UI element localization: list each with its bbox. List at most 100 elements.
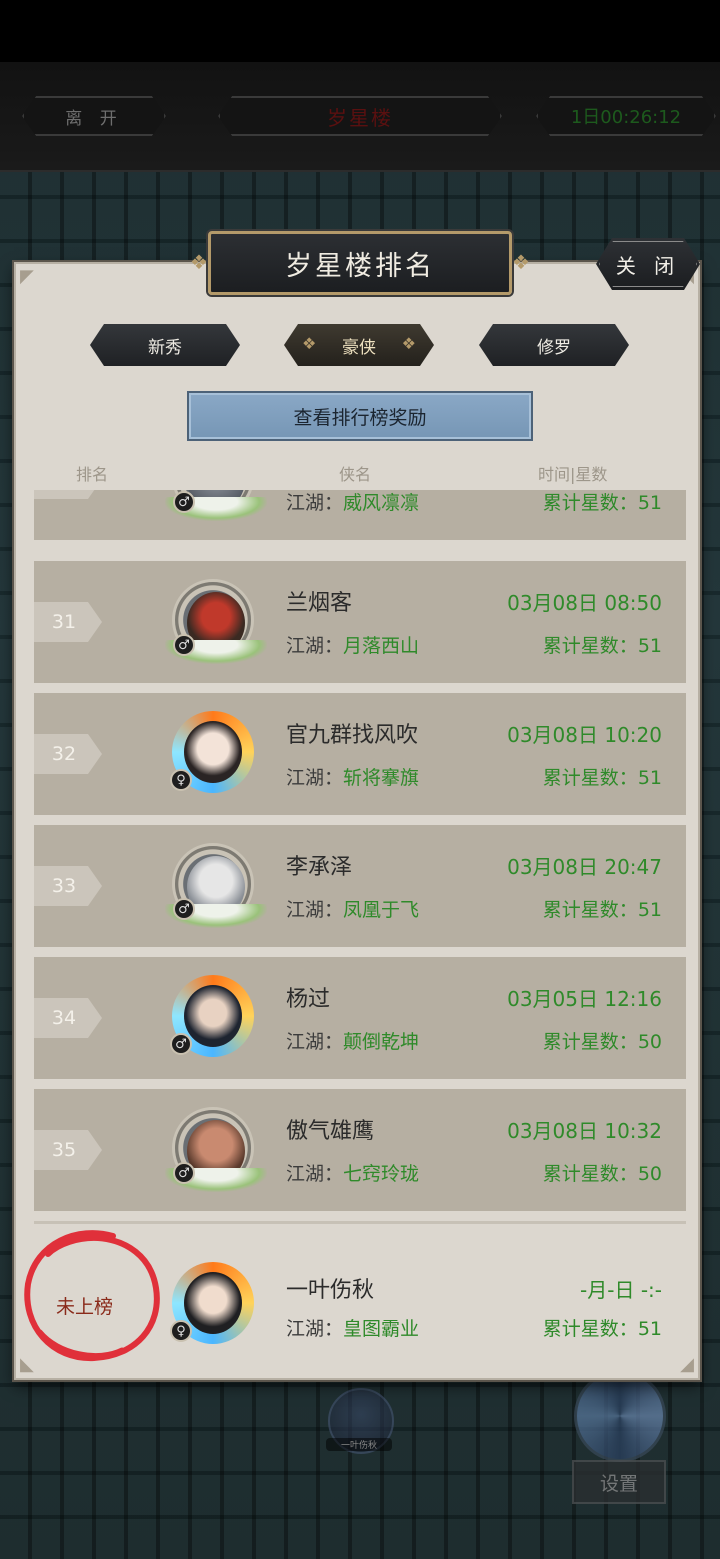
column-header-name: 侠名	[339, 465, 372, 484]
rank-number: 32	[34, 734, 102, 774]
table-row[interactable]: 35 ♂ 傲气雄鹰 江湖：七窍玲珑 03月08日 10:32 累计星数：50	[34, 1089, 686, 1211]
star-count: 累计星数：51	[543, 895, 662, 922]
rank-time: 03月08日 08:50	[507, 591, 662, 615]
divider	[34, 1221, 686, 1224]
guild-name: 斩将搴旗	[343, 767, 420, 789]
avatar-icon: ♂	[165, 579, 267, 664]
guild-info: 江湖：颠倒乾坤	[286, 1027, 419, 1054]
guild-prefix: 江湖：	[286, 767, 344, 789]
avatar-icon: ♂	[165, 490, 267, 521]
avatar-icon: ♂	[165, 1107, 267, 1192]
guild-name: 威风凛凛	[343, 492, 420, 514]
guild-prefix: 江湖：	[286, 899, 344, 921]
guild-prefix: 江湖：	[286, 635, 344, 657]
rank-number: 34	[34, 998, 102, 1038]
rank-time: 03月05日 12:16	[507, 987, 662, 1011]
table-row[interactable]: 32 ♀ 官九群找风吹 江湖：斩将搴旗 03月08日 10:20 累计星数：51	[34, 693, 686, 815]
guild-info: 江湖：威风凛凛	[286, 490, 419, 515]
guild-prefix: 江湖：	[286, 492, 344, 514]
guild-info: 江湖：斩将搴旗	[286, 763, 419, 790]
column-header-rank: 排名	[76, 465, 109, 484]
star-count: 累计星数：51	[543, 763, 662, 790]
table-row[interactable]: 33 ♂ 李承泽 江湖：凤凰于飞 03月08日 20:47 累计星数：51	[34, 825, 686, 947]
stars-prefix: 累计星数：	[542, 1318, 638, 1340]
guild-info: 江湖：月落西山	[286, 631, 419, 658]
stars-value: 51	[637, 492, 662, 514]
rank-time: 03月08日 20:47	[507, 855, 662, 879]
guild-info: 江湖：凤凰于飞	[286, 895, 419, 922]
stars-value: 51	[637, 767, 662, 789]
guild-name: 凤凰于飞	[343, 899, 420, 921]
guild-info: 江湖：七窍玲珑	[286, 1159, 419, 1186]
status-bar	[0, 0, 720, 62]
player-name: 官九群找风吹	[286, 723, 419, 748]
stars-prefix: 累计星数：	[542, 492, 638, 514]
player-name: 李承泽	[286, 855, 353, 880]
male-icon: ♂	[173, 491, 195, 513]
rank-number: 31	[34, 602, 102, 642]
rank-time: 03月08日 10:32	[507, 1119, 662, 1143]
avatar-icon: ♂	[165, 843, 267, 928]
guild-prefix: 江湖：	[286, 1031, 344, 1053]
my-rank-status: 未上榜	[56, 1296, 114, 1318]
plate-ornament-icon: ❖	[190, 250, 208, 274]
countdown-timer: 1日00:26:12	[536, 96, 716, 136]
player-name: 杨过	[286, 987, 331, 1012]
ranking-list[interactable]: 30 ♂ 江湖：威风凛凛 累计星数：51 31 ♂ 兰烟客 江湖：月落西山 03…	[34, 490, 686, 1212]
close-button-label: 关 闭	[615, 253, 681, 278]
tab-hero[interactable]: 豪侠	[284, 324, 434, 366]
stars-value: 51	[637, 899, 662, 921]
star-count: 累计星数：51	[543, 1314, 662, 1341]
plate-ornament-icon: ❖	[512, 250, 530, 274]
dialog-title: 岁星楼排名	[208, 231, 512, 295]
guild-info: 江湖：皇图霸业	[286, 1314, 419, 1341]
skill-icon[interactable]	[574, 1370, 666, 1462]
stars-prefix: 累计星数：	[542, 635, 638, 657]
corner-ornament-icon: ◣	[20, 1354, 34, 1375]
stars-prefix: 累计星数：	[542, 899, 638, 921]
star-count: 累计星数：50	[543, 1159, 662, 1186]
leave-button[interactable]: 离 开	[22, 96, 166, 136]
view-rewards-button[interactable]: 查看排行榜奖励	[187, 391, 533, 441]
stars-value: 50	[637, 1031, 662, 1053]
avatar-icon: ♀	[170, 1262, 254, 1344]
location-title: 岁星楼	[218, 96, 502, 136]
corner-ornament-icon: ◤	[20, 266, 34, 287]
my-rank-row: 未上榜 ♀ 一叶伤秋 江湖：皇图霸业 -月-日 -:- 累计星数：51	[34, 1226, 686, 1366]
stars-prefix: 累计星数：	[542, 1031, 638, 1053]
star-count: 累计星数：50	[543, 1027, 662, 1054]
guild-prefix: 江湖：	[286, 1318, 344, 1340]
tab-newbie[interactable]: 新秀	[90, 324, 240, 366]
close-button[interactable]: 关 闭	[596, 238, 700, 290]
rank-time: 03月08日 10:20	[507, 723, 662, 747]
rank-number: 35	[34, 1130, 102, 1170]
male-icon: ♂	[170, 1033, 192, 1055]
player-name: 一叶伤秋	[286, 1278, 375, 1303]
stars-value: 51	[637, 1318, 662, 1340]
guild-name: 七窍玲珑	[343, 1163, 420, 1185]
avatar-icon: ♂	[170, 975, 254, 1057]
guild-name: 颠倒乾坤	[343, 1031, 420, 1053]
table-row[interactable]: 34 ♂ 杨过 江湖：颠倒乾坤 03月05日 12:16 累计星数：50	[34, 957, 686, 1079]
rank-number: 30	[34, 490, 102, 499]
rank-time: -月-日 -:-	[580, 1278, 662, 1302]
guild-prefix: 江湖：	[286, 1163, 344, 1185]
settings-button[interactable]: 设置	[572, 1460, 666, 1504]
guild-name: 月落西山	[343, 635, 420, 657]
avatar-icon: ♀	[170, 711, 254, 793]
stars-value: 50	[637, 1163, 662, 1185]
male-icon: ♂	[173, 634, 195, 656]
rank-number: 33	[34, 866, 102, 906]
player-avatar-name: 一叶伤秋	[326, 1438, 392, 1451]
female-icon: ♀	[170, 1320, 192, 1342]
player-name: 兰烟客	[286, 591, 353, 616]
stars-prefix: 累计星数：	[542, 767, 638, 789]
tab-asura[interactable]: 修罗	[479, 324, 629, 366]
column-header-time: 时间|星数	[538, 465, 608, 484]
male-icon: ♂	[173, 898, 195, 920]
stars-prefix: 累计星数：	[542, 1163, 638, 1185]
guild-name: 皇图霸业	[343, 1318, 420, 1340]
table-row[interactable]: 31 ♂ 兰烟客 江湖：月落西山 03月08日 08:50 累计星数：51	[34, 561, 686, 683]
table-row[interactable]: 30 ♂ 江湖：威风凛凛 累计星数：51	[34, 490, 686, 540]
female-icon: ♀	[170, 769, 192, 791]
